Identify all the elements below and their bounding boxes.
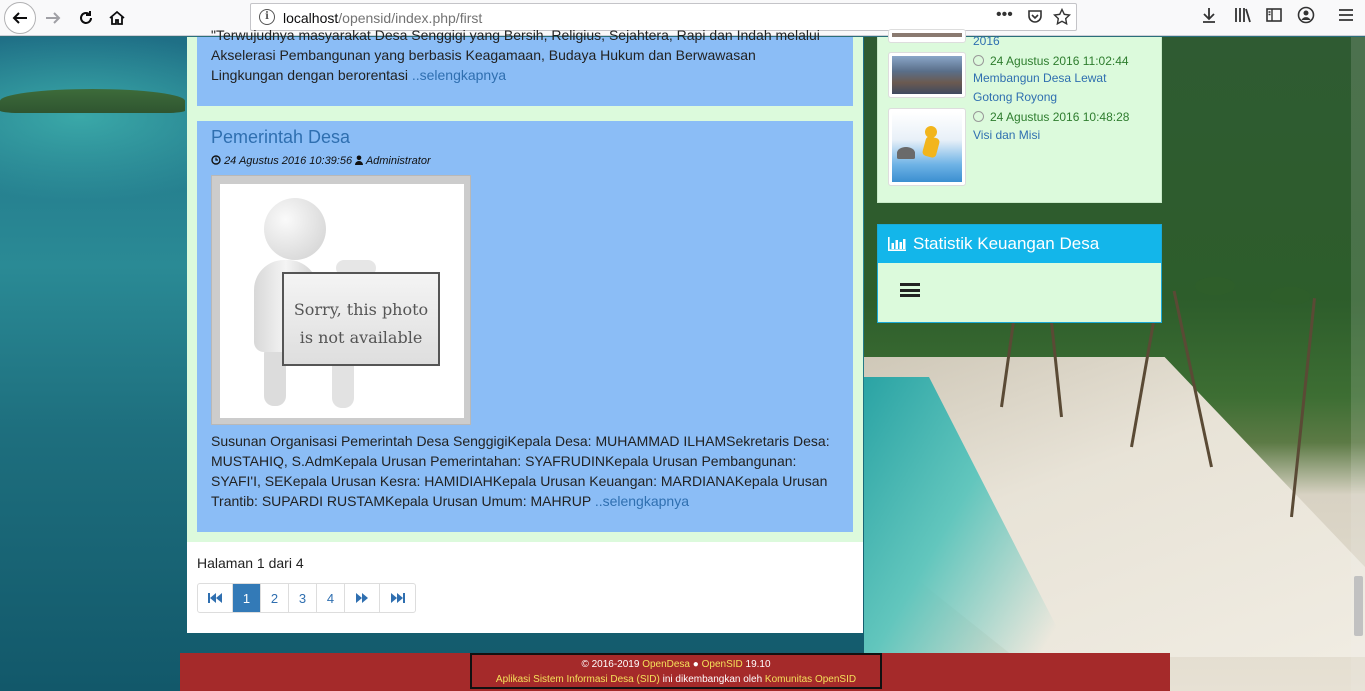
page-3-button[interactable]: 3 [289,584,317,612]
news-thumbnail[interactable] [888,108,966,186]
finance-stats-widget: Statistik Keuangan Desa [877,224,1162,323]
opensid-link[interactable]: OpenSID [702,659,743,670]
placeholder-sign: Sorry, this photo is not available [282,272,440,366]
article-photo[interactable]: Sorry, this photo is not available [211,175,471,425]
last-page-icon [390,593,405,603]
first-page-icon [208,593,222,603]
news-title-link[interactable]: 2016 [973,32,1000,51]
footer-credits: © 2016-2019 OpenDesa ● OpenSID 19.10 Apl… [470,653,882,689]
pagination-summary: Halaman 1 dari 4 [197,555,304,571]
downloads-icon[interactable] [1200,6,1218,29]
page-4-button[interactable]: 4 [317,584,345,612]
account-icon[interactable] [1297,6,1315,29]
bullet-icon: ● [692,659,699,670]
home-icon [109,10,125,25]
widget-header: Statistik Keuangan Desa [878,225,1161,263]
arrow-right-icon [46,12,61,24]
arrow-left-icon [12,12,27,24]
palm-frond [1195,277,1235,295]
pocket-icon[interactable] [1027,8,1043,29]
placeholder-text: Sorry, this photo is not available [293,300,429,347]
article-excerpt: "Terwujudnya masyarakat Desa Senggigi ya… [211,27,820,83]
news-date: 24 Agustus 2016 10:48:28 [973,110,1129,124]
last-page-button[interactable] [380,584,415,612]
url-text[interactable]: localhost/opensid/index.php/first [283,10,482,26]
article-card: Pemerintah Desa 24 Agustus 2016 10:39:56… [197,121,853,532]
photo-placeholder: Sorry, this photo is not available [220,184,464,418]
thumbnail-image [892,56,962,94]
first-page-button[interactable] [198,584,233,612]
article-author: Administrator [365,155,431,167]
sidebar-toggle-icon[interactable] [1265,6,1283,29]
article-meta: 24 Agustus 2016 10:39:56 Administrator [211,155,431,167]
article-title[interactable]: Pemerintah Desa [211,127,350,148]
more-actions-icon[interactable]: ••• [996,6,1013,24]
read-more-link[interactable]: ..selengkapnya [595,493,689,509]
news-thumbnail[interactable] [888,29,966,43]
news-thumbnail[interactable] [888,52,966,98]
thumbnail-image [892,112,962,182]
read-more-link[interactable]: ..selengkapnya [412,67,506,83]
next-page-button[interactable] [345,584,380,612]
user-icon [355,155,364,165]
opendesa-link[interactable]: OpenDesa [642,659,690,670]
home-button[interactable] [102,3,132,33]
latest-news-widget: 2016 24 Agustus 2016 11:02:44 Membangun … [877,29,1162,203]
news-title-link[interactable]: Membangun Desa Lewat Gotong Royong [973,69,1148,107]
articles-panel: "Terwujudnya masyarakat Desa Senggigi ya… [187,27,863,542]
community-link[interactable]: Komunitas OpenSID [765,674,856,685]
info-icon[interactable]: i [259,9,275,25]
page-2-button[interactable]: 2 [261,584,289,612]
library-icon[interactable] [1233,6,1253,29]
article-excerpt: Susunan Organisasi Pemerintah Desa Sengg… [211,433,830,509]
forward-button[interactable] [38,3,68,33]
reload-button[interactable] [71,3,101,33]
figure-head [264,198,326,260]
bar-chart-icon [888,237,906,251]
article-card: "Terwujudnya masyarakat Desa Senggigi ya… [197,27,853,106]
scrollbar-thumb[interactable] [1354,576,1363,636]
menu-icon[interactable] [1337,6,1355,29]
clock-icon [973,55,984,66]
reload-icon [80,11,92,24]
page-1-button[interactable]: 1 [233,584,261,612]
thumbnail-image [892,33,962,37]
news-date: 24 Agustus 2016 11:02:44 [973,54,1129,68]
bookmark-star-icon[interactable] [1052,7,1072,31]
back-button[interactable] [4,2,36,34]
news-title-link[interactable]: Visi dan Misi [973,126,1040,145]
chart-menu-icon[interactable] [900,283,920,297]
sid-link[interactable]: Aplikasi Sistem Informasi Desa (SID) [496,674,660,685]
main-content: "Terwujudnya masyarakat Desa Senggigi ya… [187,27,863,633]
article-date: 24 Agustus 2016 10:39:56 [224,155,353,167]
widget-title: Statistik Keuangan Desa [913,234,1100,253]
palm-frond [1270,287,1310,305]
footer: © 2016-2019 OpenDesa ● OpenSID 19.10 Apl… [180,653,1170,691]
island-decoration [0,89,185,113]
clock-icon [973,111,984,122]
pagination: 1 2 3 4 [197,583,416,613]
fast-forward-icon [356,593,368,603]
clock-icon [211,155,221,165]
